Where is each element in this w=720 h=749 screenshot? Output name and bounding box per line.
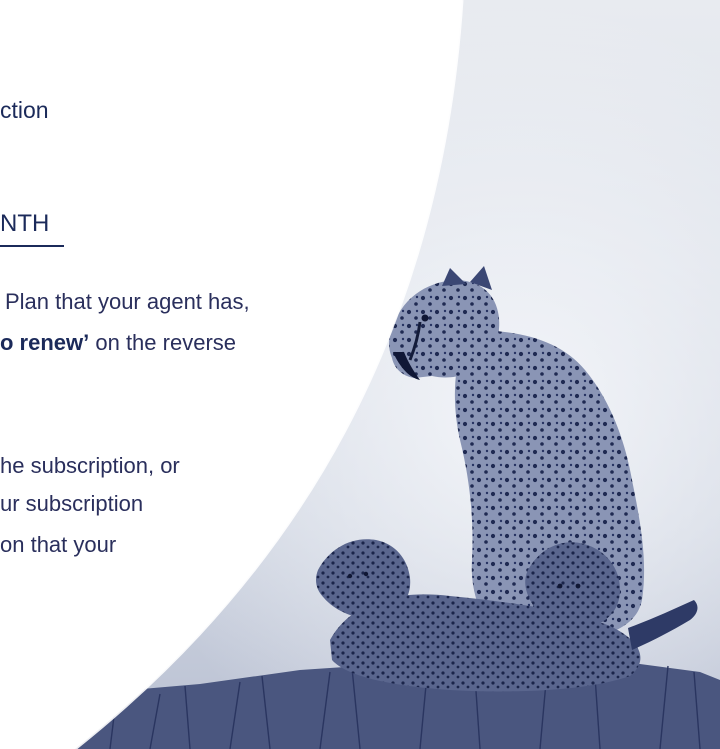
paragraph1-line2-rest: on the reverse: [89, 330, 236, 355]
section-title: NTH: [0, 210, 50, 237]
paragraph1-line2: o renew’ on the reverse: [0, 329, 236, 357]
section-title-underline: [0, 245, 64, 247]
paragraph2-line3: on that your: [0, 532, 117, 557]
cheetah-photo-panel: [74, 0, 720, 749]
bold-phrase: o renew’: [0, 330, 90, 355]
paragraph1-line1: Plan that your agent has,: [5, 289, 250, 314]
paragraph2-line2: ur subscription: [0, 491, 144, 516]
heading-fragment: ction: [0, 97, 49, 123]
paragraph2-line1: he subscription, or: [0, 453, 180, 478]
